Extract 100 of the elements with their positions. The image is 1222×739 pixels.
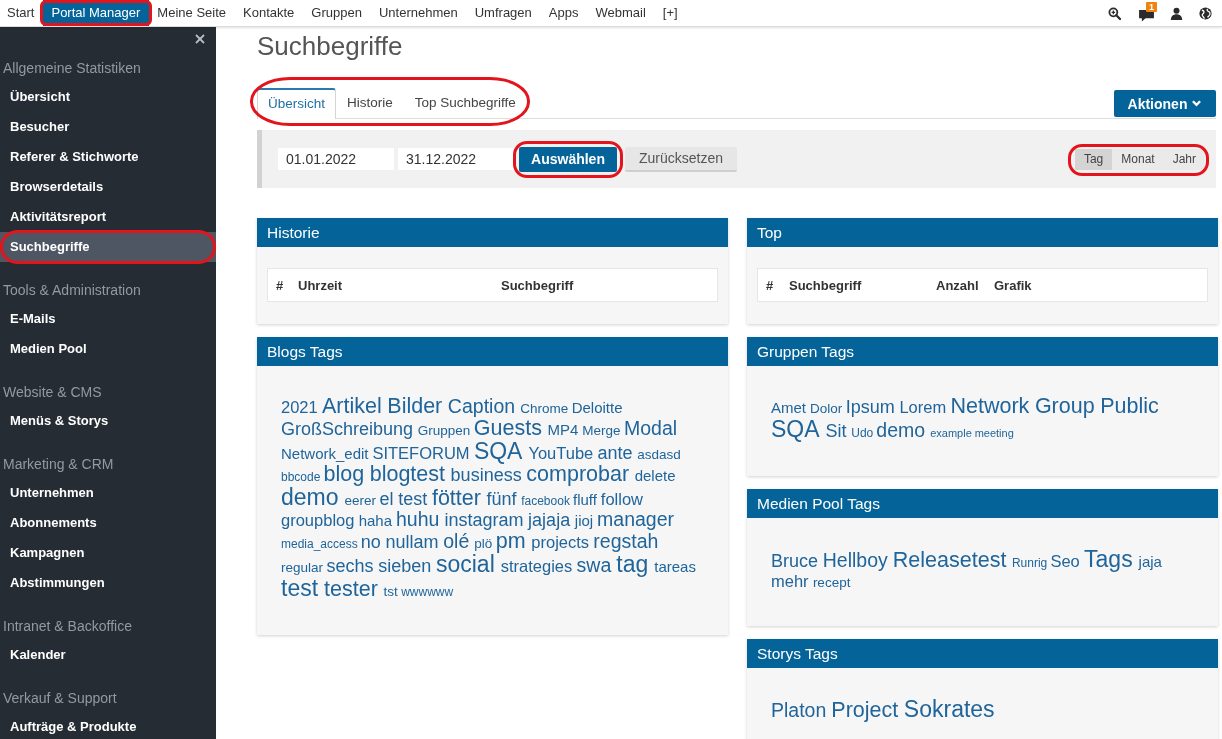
tag-link[interactable]: Sit	[825, 422, 847, 440]
tag-link[interactable]: Udo	[851, 427, 874, 439]
tag-link[interactable]: projects	[531, 534, 590, 551]
tag-link[interactable]: Guests	[473, 418, 542, 440]
tag-link[interactable]: social	[435, 553, 495, 576]
tag-link[interactable]: Seo	[1050, 553, 1080, 570]
tag-link[interactable]: Gruppen	[417, 424, 471, 438]
tag-link[interactable]: Deloitte	[571, 400, 623, 415]
tag-link[interactable]: regstah	[593, 532, 659, 552]
tag-link[interactable]: YouTube	[528, 445, 594, 462]
tag-link[interactable]: delete	[634, 468, 676, 483]
tag-link[interactable]: Public	[1100, 396, 1159, 418]
tag-link[interactable]: swa	[576, 556, 612, 576]
tag-link[interactable]: huhu	[395, 510, 440, 530]
tag-link[interactable]: facebook	[521, 495, 570, 507]
tag-link[interactable]: bbcode	[281, 471, 321, 483]
tag-link[interactable]: Runrig	[1011, 557, 1048, 569]
tag-link[interactable]: blog	[323, 464, 365, 486]
tag-link[interactable]: asdasd	[637, 448, 681, 462]
tag-link[interactable]: sechs	[326, 557, 374, 575]
tag-link[interactable]: regular	[281, 561, 324, 575]
nav-link[interactable]: Webmail	[586, 0, 655, 26]
tag-link[interactable]: Dolor	[809, 402, 843, 416]
search-icon[interactable]	[1108, 6, 1121, 20]
sidebar-item[interactable]: Kalender	[0, 640, 216, 670]
tag-link[interactable]: Merge	[582, 424, 621, 438]
nav-link[interactable]: Kontakte	[234, 0, 303, 26]
tag-link[interactable]: meeting	[974, 428, 1014, 439]
tag-link[interactable]: MP4	[547, 422, 579, 437]
tag-link[interactable]: Ipsum	[845, 398, 895, 416]
tag-link[interactable]: fünf	[486, 490, 517, 508]
tag-link[interactable]: test	[398, 490, 428, 508]
actions-button[interactable]: Aktionen	[1114, 90, 1216, 117]
tag-link[interactable]: GroßSchreibung	[281, 420, 414, 438]
user-icon[interactable]	[1170, 6, 1183, 20]
sidebar-item[interactable]: Abonnements	[0, 508, 216, 538]
tag-link[interactable]: media_access	[281, 538, 358, 550]
nav-link[interactable]: Umfragen	[466, 0, 541, 26]
tag-link[interactable]: fötter	[431, 488, 481, 510]
sidebar-item[interactable]: Unternehmen	[0, 478, 216, 508]
tab[interactable]: Historie	[336, 88, 404, 118]
tag-link[interactable]: recept	[812, 576, 851, 590]
nav-link[interactable]: [+]	[654, 0, 687, 26]
tag-link[interactable]: tester	[324, 579, 378, 601]
tag-link[interactable]: eerer	[344, 494, 377, 508]
period-toggle[interactable]: Jahr	[1163, 148, 1205, 170]
tag-link[interactable]: 2021	[281, 399, 318, 416]
tag-link[interactable]: Amet	[771, 400, 806, 415]
tag-link[interactable]: test	[281, 577, 319, 600]
tag-link[interactable]: jajaja	[528, 511, 571, 529]
nav-link[interactable]: Unternehmen	[370, 0, 467, 26]
tab[interactable]: Übersicht	[257, 88, 337, 119]
tag-link[interactable]: business	[450, 466, 522, 484]
tag-link[interactable]: sieben	[378, 557, 432, 575]
sidebar-item[interactable]: Übersicht	[0, 82, 216, 112]
sidebar-item[interactable]: Menüs & Storys	[0, 406, 216, 436]
date-field[interactable]: 01.01.2022	[278, 148, 394, 170]
tag-link[interactable]: nullam	[385, 533, 439, 551]
tag-link[interactable]: el	[379, 490, 394, 508]
tag-link[interactable]: comprobar	[526, 464, 630, 486]
sidebar-item[interactable]: Aufträge & Produkte	[0, 712, 216, 739]
tag-link[interactable]: blogtest	[369, 464, 446, 486]
tag-link[interactable]: Group	[1034, 396, 1095, 418]
sidebar-item[interactable]: Referer & Stichworte	[0, 142, 216, 172]
nav-link[interactable]: Gruppen	[302, 0, 371, 26]
tag-link[interactable]: tag	[616, 553, 649, 576]
tag-link[interactable]: haha	[358, 513, 393, 528]
tag-link[interactable]: demo	[281, 486, 339, 509]
tag-link[interactable]: instagram	[444, 511, 524, 529]
tag-link[interactable]: SITEFORUM	[372, 445, 470, 462]
tag-link[interactable]: ante	[597, 444, 633, 462]
tag-link[interactable]: Releasetest	[892, 550, 1007, 572]
tag-link[interactable]: Tags	[1084, 548, 1133, 571]
tag-link[interactable]: strategies	[500, 558, 573, 575]
tag-link[interactable]: jaja	[1138, 554, 1162, 569]
tag-link[interactable]: Network	[950, 396, 1030, 418]
tag-link[interactable]: Artikel	[322, 396, 382, 418]
tag-link[interactable]: olé	[443, 532, 470, 552]
tag-link[interactable]: Platon	[771, 701, 827, 721]
sidebar-item[interactable]: E-Mails	[0, 304, 216, 334]
close-icon[interactable]	[195, 34, 205, 44]
tag-link[interactable]: tst	[383, 585, 398, 599]
tag-link[interactable]: Modal	[624, 419, 678, 439]
tag-link[interactable]: manager	[597, 510, 674, 530]
sidebar-item[interactable]: Suchbegriffe	[0, 232, 216, 262]
tag-link[interactable]: SQA	[771, 418, 820, 441]
tag-link[interactable]: groupblog	[281, 512, 355, 529]
tag-link[interactable]: Caption	[447, 397, 516, 417]
tag-link[interactable]: Bruce	[771, 552, 819, 570]
tag-link[interactable]: Lorem	[899, 399, 947, 416]
tag-link[interactable]: wwwwww	[401, 586, 454, 598]
globe-icon[interactable]	[1199, 6, 1212, 20]
tag-link[interactable]: Chrome	[520, 402, 569, 416]
tag-link[interactable]: pm	[495, 531, 526, 553]
reset-button[interactable]: Zurücksetzen	[625, 146, 737, 172]
period-toggle[interactable]: Tag	[1074, 148, 1113, 170]
tag-link[interactable]: Sokrates	[903, 698, 995, 721]
select-button[interactable]: Auswählen	[519, 146, 617, 172]
tag-link[interactable]: tareas	[654, 559, 696, 574]
tag-link[interactable]: follow	[600, 491, 643, 508]
